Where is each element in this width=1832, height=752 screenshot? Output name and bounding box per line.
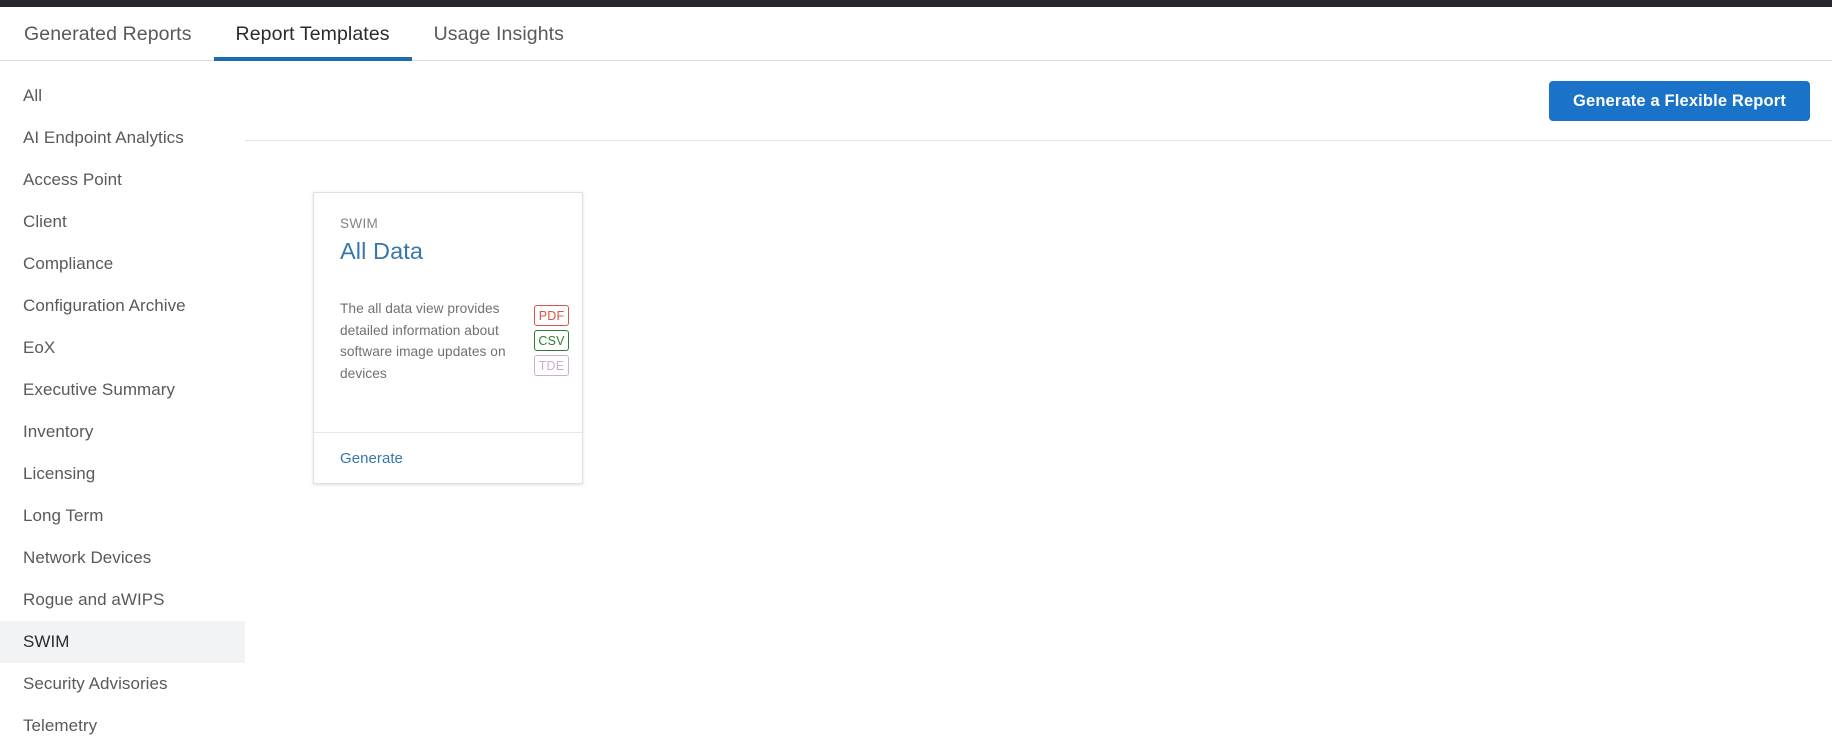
card-category-label: SWIM — [340, 216, 379, 231]
sidebar-item-label: Security Advisories — [23, 674, 168, 693]
sidebar-item-telemetry[interactable]: Telemetry — [0, 705, 245, 747]
sidebar-item-label: Rogue and aWIPS — [23, 590, 165, 609]
tab-bar: Generated Reports Report Templates Usage… — [0, 7, 1832, 61]
sidebar-item-label: Long Term — [23, 506, 104, 525]
main-content: Generate a Flexible Report SWIM All Data… — [245, 61, 1832, 752]
generate-link[interactable]: Generate — [340, 450, 403, 467]
format-badge-csv[interactable]: CSV — [534, 330, 569, 351]
tab-list: Generated Reports Report Templates Usage… — [0, 7, 586, 61]
card-title[interactable]: All Data — [340, 236, 582, 266]
sidebar-item-label: Executive Summary — [23, 380, 176, 399]
tab-label: Report Templates — [235, 22, 390, 45]
sidebar-item-label: Licensing — [23, 464, 96, 483]
sidebar-item-security-advisories[interactable]: Security Advisories — [0, 663, 245, 705]
sidebar-item-access-point[interactable]: Access Point — [0, 159, 245, 201]
sidebar-item-client[interactable]: Client — [0, 201, 245, 243]
sidebar-item-configuration-archive[interactable]: Configuration Archive — [0, 285, 245, 327]
card-description: The all data view provides detailed info… — [340, 301, 506, 381]
sidebar-item-all[interactable]: All — [0, 75, 245, 117]
tab-generated-reports[interactable]: Generated Reports — [0, 7, 214, 61]
sidebar-item-label: Access Point — [23, 170, 122, 189]
sidebar-item-label: Inventory — [23, 422, 94, 441]
sidebar-item-label: Configuration Archive — [23, 296, 186, 315]
card-body: SWIM All Data The all data view provides… — [314, 193, 582, 432]
sidebar-item-swim[interactable]: SWIM — [0, 621, 245, 663]
tab-label: Generated Reports — [24, 22, 192, 45]
sidebar-item-label: EoX — [23, 338, 56, 357]
sidebar-item-network-devices[interactable]: Network Devices — [0, 537, 245, 579]
template-card-grid: SWIM All Data The all data view provides… — [245, 141, 1832, 484]
generate-flexible-report-button[interactable]: Generate a Flexible Report — [1549, 81, 1810, 121]
sidebar-item-label: Telemetry — [23, 716, 98, 735]
page-body: All AI Endpoint Analytics Access Point C… — [0, 61, 1832, 752]
tab-usage-insights[interactable]: Usage Insights — [412, 7, 586, 61]
sidebar-item-label: AI Endpoint Analytics — [23, 128, 184, 147]
card-footer: Generate — [314, 432, 582, 483]
tab-report-templates[interactable]: Report Templates — [213, 7, 412, 61]
sidebar-item-label: Network Devices — [23, 548, 152, 567]
sidebar-item-label: Client — [23, 212, 67, 231]
sidebar-item-label: All — [23, 86, 43, 105]
report-template-card[interactable]: SWIM All Data The all data view provides… — [313, 192, 583, 484]
sidebar-item-eox[interactable]: EoX — [0, 327, 245, 369]
sidebar-item-compliance[interactable]: Compliance — [0, 243, 245, 285]
format-badge-tde: TDE — [534, 355, 569, 376]
category-sidebar: All AI Endpoint Analytics Access Point C… — [0, 61, 245, 752]
tab-label: Usage Insights — [433, 22, 565, 45]
sidebar-item-label: SWIM — [23, 632, 70, 651]
action-row: Generate a Flexible Report — [245, 61, 1832, 141]
app-header-strip — [0, 0, 1832, 7]
report-templates-page: Generated Reports Report Templates Usage… — [0, 0, 1832, 752]
sidebar-item-long-term[interactable]: Long Term — [0, 495, 245, 537]
sidebar-item-ai-endpoint-analytics[interactable]: AI Endpoint Analytics — [0, 117, 245, 159]
format-badge-pdf[interactable]: PDF — [534, 305, 569, 326]
sidebar-item-label: Compliance — [23, 254, 114, 273]
sidebar-item-licensing[interactable]: Licensing — [0, 453, 245, 495]
format-badge-group: PDF CSV TDE — [534, 305, 569, 376]
sidebar-item-rogue-and-awips[interactable]: Rogue and aWIPS — [0, 579, 245, 621]
sidebar-item-executive-summary[interactable]: Executive Summary — [0, 369, 245, 411]
sidebar-item-inventory[interactable]: Inventory — [0, 411, 245, 453]
